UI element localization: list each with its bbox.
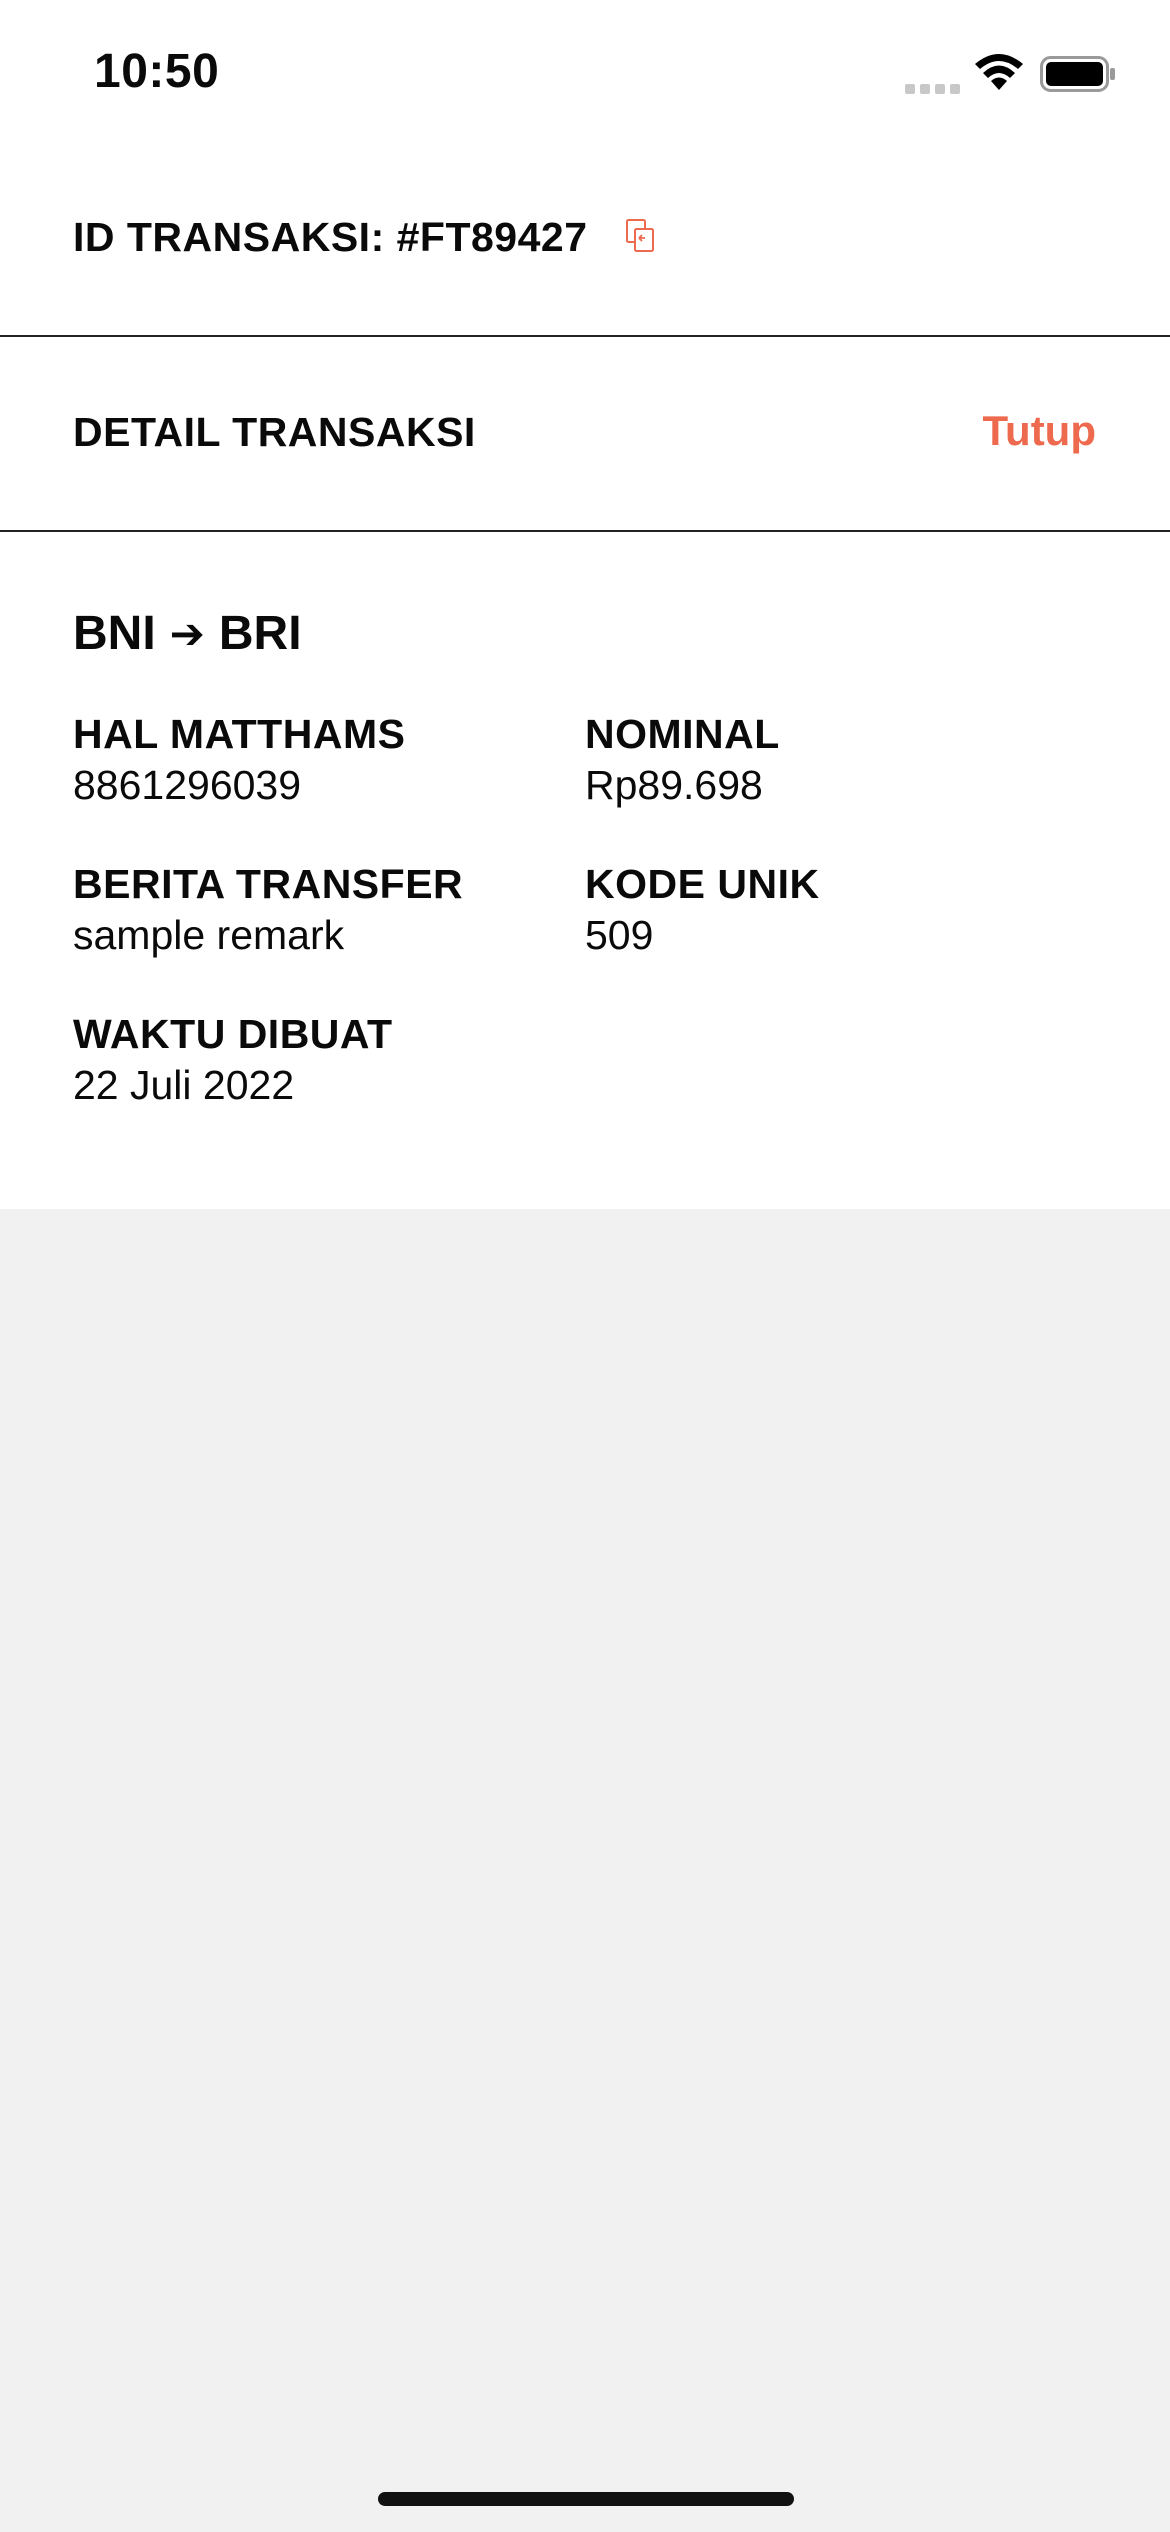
home-indicator[interactable] [378,2492,794,2506]
close-button[interactable]: Tutup [983,407,1097,455]
bank-route: BNI ➔ BRI [73,606,302,661]
detail-title: DETAIL TRANSAKSI [73,409,476,455]
cellular-signal-icon [905,84,960,94]
remark-label: BERITA TRANSFER [73,861,464,907]
unique-code-label: KODE UNIK [585,861,820,907]
transaction-id-header: ID TRANSAKSI: #FT89427 [0,150,1170,337]
created-time-field: WAKTU DIBUAT 22 Juli 2022 [73,1009,393,1111]
account-field: HAL MATTHAMS 8861296039 [73,709,405,811]
unique-code-value: 509 [585,912,654,958]
arrow-right-icon: ➔ [169,610,205,657]
copy-icon[interactable] [625,218,655,254]
remark-value: sample remark [73,912,345,958]
transaction-id-label: ID TRANSAKSI: #FT89427 [73,214,588,260]
battery-icon [1040,56,1115,92]
wifi-icon [975,54,1023,90]
transaction-detail-card: BNI ➔ BRI HAL MATTHAMS 8861296039 NOMINA… [0,532,1170,1209]
route-to: BRI [218,607,302,660]
screen: 10:50 ID TRANSAKSI: #FT89427 DETAIL TRAN… [0,0,1170,2532]
nominal-label: NOMINAL [585,711,780,757]
account-name-label: HAL MATTHAMS [73,711,406,757]
nominal-field: NOMINAL Rp89.698 [585,709,780,811]
remark-field: BERITA TRANSFER sample remark [73,859,463,961]
unique-code-field: KODE UNIK 509 [585,859,820,961]
route-from: BNI [73,607,156,660]
status-bar: 10:50 [0,0,1170,150]
nominal-value: Rp89.698 [585,762,763,808]
account-number-value: 8861296039 [73,762,302,808]
created-time-value: 22 Juli 2022 [73,1062,295,1108]
created-time-label: WAKTU DIBUAT [73,1011,393,1057]
detail-header: DETAIL TRANSAKSI Tutup [0,337,1170,532]
status-time: 10:50 [94,45,220,98]
